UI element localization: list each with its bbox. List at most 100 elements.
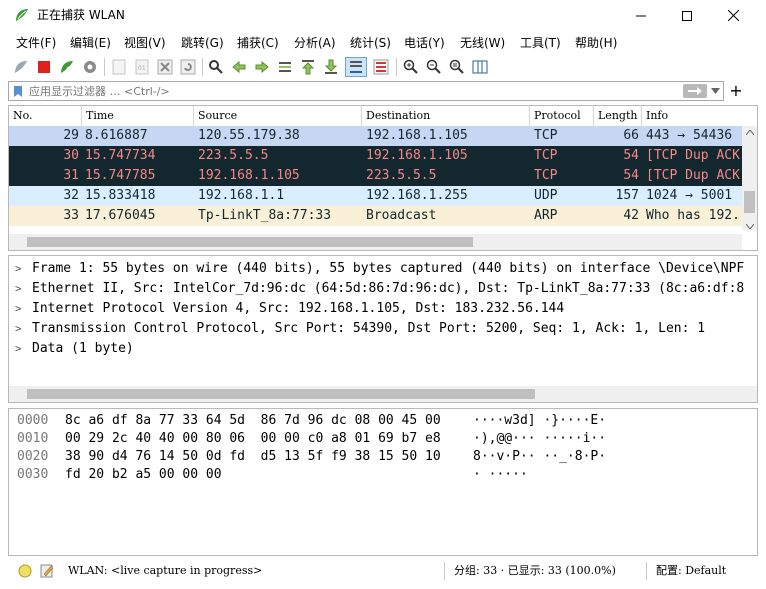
cell-destination: 223.5.5.5 — [366, 168, 437, 183]
cell-length: 66 — [623, 128, 639, 143]
expand-arrow-icon[interactable]: > — [15, 299, 22, 319]
hex-offset: 0000 — [17, 413, 49, 428]
column-header-no[interactable]: No. — [9, 106, 82, 126]
column-header-source[interactable]: Source — [194, 106, 362, 126]
hex-offset: 0030 — [17, 467, 49, 482]
hex-bytes[interactable]: 38 90 d4 76 14 50 0d fd d5 13 5f f9 38 1… — [65, 448, 441, 466]
column-header-info[interactable]: Info — [642, 106, 742, 126]
svg-text:01: 01 — [138, 65, 146, 72]
open-file-button[interactable] — [110, 58, 128, 76]
stop-capture-button[interactable] — [35, 58, 53, 76]
scroll-down-icon[interactable] — [746, 224, 754, 229]
chevron-down-icon[interactable] — [711, 88, 720, 94]
go-back-button[interactable] — [230, 58, 248, 76]
menu-analyze[interactable]: 分析(A) — [294, 35, 336, 51]
menu-statistics[interactable]: 统计(S) — [350, 35, 391, 51]
stop-icon — [38, 61, 50, 73]
column-header-length[interactable]: Length — [594, 106, 642, 126]
packet-row[interactable]: 33 17.676045 Tp-LinkT_8a:77:33 Broadcast ARP… — [9, 206, 742, 226]
hex-bytes[interactable]: fd 20 b2 a5 00 00 00 — [65, 466, 222, 484]
cell-info: 443 → 54436 — [646, 128, 733, 143]
menu-help[interactable]: 帮助(H) — [575, 35, 617, 51]
minimize-button[interactable] — [618, 0, 664, 31]
menu-edit[interactable]: 编辑(E) — [70, 35, 111, 51]
hex-ascii[interactable]: ·),@@··· ·····i·· — [473, 430, 606, 448]
expert-info-icon[interactable] — [18, 564, 32, 578]
resize-columns-button[interactable] — [471, 58, 489, 76]
cell-protocol: TCP — [534, 168, 558, 183]
hex-offset: 0020 — [17, 449, 49, 464]
menu-capture[interactable]: 捕获(C) — [237, 35, 279, 51]
column-header-destination[interactable]: Destination — [362, 106, 530, 126]
capture-comment-icon[interactable] — [40, 563, 54, 578]
start-capture-button[interactable] — [12, 58, 30, 76]
vertical-scrollbar[interactable] — [742, 126, 757, 230]
cell-time: 17.676045 — [85, 208, 156, 223]
packet-row[interactable]: 30 15.747734 223.5.5.5 192.168.1.105 TCP 54 [T… — [9, 146, 742, 166]
find-packet-button[interactable] — [207, 58, 225, 76]
expand-arrow-icon[interactable]: > — [15, 339, 22, 359]
hex-bytes[interactable]: 8c a6 df 8a 77 33 64 5d 86 7d 96 dc 08 0… — [65, 412, 441, 430]
last-packet-button[interactable] — [322, 58, 340, 76]
status-separator — [646, 562, 647, 580]
add-filter-button[interactable]: + — [728, 82, 744, 100]
zoom-in-button[interactable] — [402, 58, 420, 76]
zoom-out-button[interactable] — [425, 58, 443, 76]
maximize-icon — [682, 10, 692, 21]
hex-ascii[interactable]: ····w3d] ·}····E· — [473, 412, 606, 430]
menu-tools[interactable]: 工具(T) — [520, 35, 561, 51]
close-icon — [727, 10, 739, 21]
packet-row[interactable]: 31 15.747785 192.168.1.105 223.5.5.5 TCP 54 [T… — [9, 166, 742, 186]
menu-go[interactable]: 跳转(G) — [181, 35, 224, 51]
horizontal-scrollbar-thumb[interactable] — [27, 237, 473, 247]
hex-bytes[interactable]: 00 29 2c 40 40 00 80 06 00 00 c0 a8 01 6… — [65, 430, 441, 448]
cell-info: Who has 192. — [646, 208, 740, 223]
reload-file-button[interactable] — [179, 58, 197, 76]
close-file-button[interactable] — [156, 58, 174, 76]
apply-filter-button[interactable] — [683, 84, 707, 98]
packet-row[interactable]: 29 8.616887 120.55.179.38 192.168.1.105 TCP 6… — [9, 126, 742, 146]
main-toolbar: 01 — [0, 54, 766, 80]
reload-icon — [180, 59, 196, 75]
bookmark-icon[interactable] — [13, 85, 23, 98]
column-header-time[interactable]: Time — [82, 106, 194, 126]
cell-source: 192.168.1.105 — [198, 168, 300, 183]
colorize-list-icon — [373, 59, 389, 75]
menu-view[interactable]: 视图(V) — [124, 35, 166, 51]
horizontal-scrollbar-thumb[interactable] — [27, 389, 535, 399]
document-icon — [112, 59, 126, 75]
menu-file[interactable]: 文件(F) — [16, 35, 56, 51]
arrow-right-icon — [688, 87, 702, 95]
scroll-up-icon[interactable] — [746, 130, 754, 135]
restart-capture-button[interactable] — [58, 58, 76, 76]
packet-bytes: 0000 8c a6 df 8a 77 33 64 5d 86 7d 96 dc… — [8, 408, 758, 556]
capture-options-button[interactable] — [81, 58, 99, 76]
expand-arrow-icon[interactable]: > — [15, 259, 22, 279]
cell-length: 42 — [623, 208, 639, 223]
hex-ascii[interactable]: 8··v·P·· ··_·8·P· — [473, 448, 606, 466]
profile-status[interactable]: 配置: Default — [656, 559, 726, 583]
cell-protocol: TCP — [534, 148, 558, 163]
autoscroll-button[interactable] — [345, 57, 367, 77]
first-packet-button[interactable] — [299, 58, 317, 76]
cell-no: 31 — [63, 168, 79, 183]
colorize-button[interactable] — [372, 58, 390, 76]
packet-row[interactable]: 32 15.833418 192.168.1.1 192.168.1.255 UDP 15… — [9, 186, 742, 206]
menu-telephony[interactable]: 电话(Y) — [404, 35, 445, 51]
column-header-protocol[interactable]: Protocol — [530, 106, 594, 126]
minimize-icon — [636, 15, 646, 16]
go-forward-button[interactable] — [253, 58, 271, 76]
hex-ascii[interactable]: · ····· — [473, 466, 528, 484]
arrow-right-icon — [255, 60, 269, 74]
binary-file-icon: 01 — [135, 59, 149, 75]
normal-size-button[interactable] — [448, 58, 466, 76]
save-file-button[interactable]: 01 — [133, 58, 151, 76]
vertical-scrollbar-thumb[interactable] — [744, 191, 755, 213]
display-filter-input[interactable] — [29, 83, 649, 99]
maximize-button[interactable] — [664, 0, 710, 31]
close-button[interactable] — [710, 0, 756, 31]
expand-arrow-icon[interactable]: > — [15, 319, 22, 339]
go-to-packet-button[interactable] — [276, 58, 294, 76]
expand-arrow-icon[interactable]: > — [15, 279, 22, 299]
menu-wireless[interactable]: 无线(W) — [460, 35, 505, 51]
